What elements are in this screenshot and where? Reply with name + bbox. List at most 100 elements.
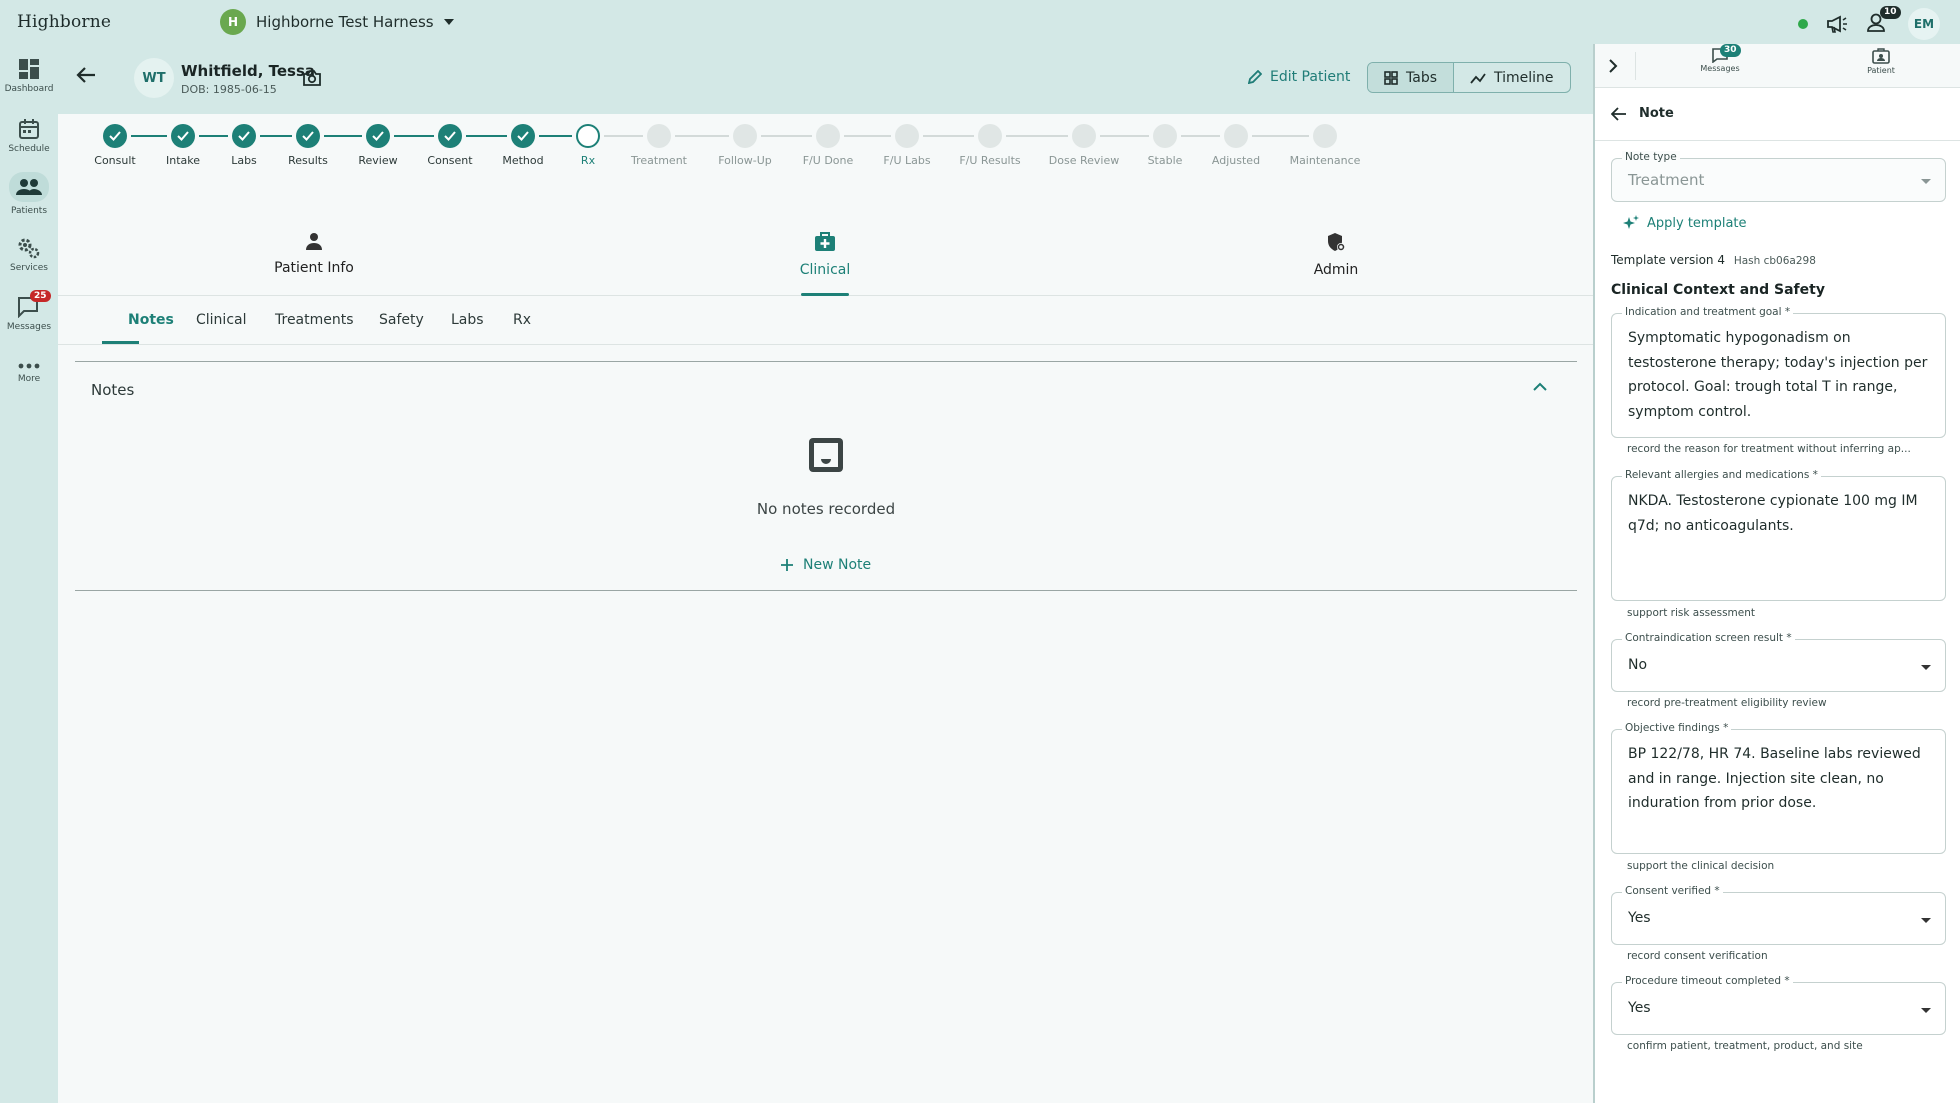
note-title: Note	[1639, 106, 1674, 121]
workspace-switcher[interactable]: H Highborne Test Harness	[220, 9, 454, 35]
patient-header: WT Whitfield, Tessa DOB: 1985-06-15 Edit…	[58, 44, 1593, 114]
view-toggle: Tabs Timeline	[1367, 62, 1571, 93]
messages-count-badge: 30	[1720, 44, 1741, 57]
subtab-rx[interactable]: Rx	[513, 312, 531, 328]
note-type-select[interactable]: Note type Treatment	[1611, 151, 1946, 202]
field-value: Yes	[1628, 910, 1651, 926]
edit-patient-button[interactable]: Edit Patient	[1248, 69, 1350, 85]
step-maintenance[interactable]: Maintenance	[1275, 124, 1375, 167]
notifications-button[interactable]: 10	[1866, 6, 1901, 36]
tab-patient-info[interactable]: Patient Info	[234, 232, 394, 276]
user-avatar[interactable]: EM	[1908, 8, 1940, 40]
field-label: Note type	[1622, 151, 1680, 163]
notes-card-title: Notes	[91, 381, 135, 399]
notification-count-badge: 10	[1880, 6, 1901, 19]
nav-item-schedule[interactable]: Schedule	[0, 118, 58, 154]
field-label: Relevant allergies and medications *	[1622, 469, 1821, 481]
messages-badge: 25	[30, 290, 51, 302]
nav-label: Schedule	[8, 144, 50, 154]
subtab-labs[interactable]: Labs	[451, 312, 484, 328]
nav-item-more[interactable]: More	[0, 362, 58, 384]
subtab-notes[interactable]: Notes	[128, 312, 174, 328]
contraindication-select[interactable]: Contraindication screen result * No	[1611, 632, 1946, 692]
main-tabs: Patient Info Clinical Admin	[58, 220, 1593, 296]
field-label: Consent verified *	[1622, 885, 1723, 897]
brand-logo[interactable]: Highborne	[17, 12, 111, 32]
tab-admin[interactable]: Admin	[1256, 232, 1416, 278]
care-pathway-stepper: Consult Intake Labs Results Review Consent Met…	[58, 114, 1593, 220]
dropdown-arrow-icon	[1921, 1008, 1931, 1013]
step-circle	[978, 124, 1002, 148]
field-label: Indication and treatment goal *	[1622, 306, 1794, 318]
empty-state-text: No notes recorded	[756, 500, 896, 518]
megaphone-icon[interactable]	[1826, 15, 1848, 33]
tab-clinical[interactable]: Clinical	[745, 232, 905, 278]
step-circle	[511, 124, 535, 148]
new-note-label: New Note	[803, 557, 872, 573]
tab-label: Admin	[1313, 262, 1359, 278]
nav-label: Messages	[6, 322, 52, 332]
gears-icon	[18, 238, 40, 259]
procedure-timeout-select[interactable]: Procedure timeout completed * Yes	[1611, 975, 1946, 1035]
step-adjusted[interactable]: Adjusted	[1186, 124, 1286, 167]
check-icon	[177, 131, 189, 141]
more-icon	[18, 363, 40, 369]
panel-tab-messages[interactable]: 30 Messages	[1698, 44, 1742, 73]
check-icon	[444, 131, 456, 141]
indication-textarea[interactable]: Indication and treatment goal * Symptoma…	[1611, 306, 1946, 438]
apply-template-button[interactable]: Apply template	[1623, 215, 1747, 231]
subtab-safety[interactable]: Safety	[379, 312, 424, 328]
field-help-text: record the reason for treatment without …	[1627, 443, 1911, 455]
empty-state-icon-wrap	[75, 436, 1577, 478]
dropdown-arrow-icon	[1921, 918, 1931, 923]
allergies-medications-textarea[interactable]: Relevant allergies and medications * NKD…	[1611, 469, 1946, 601]
step-f-u-results[interactable]: F/U Results	[940, 124, 1040, 167]
field-help-text: record pre-treatment eligibility review	[1627, 697, 1827, 709]
step-label: Maintenance	[1289, 154, 1361, 167]
apply-template-label: Apply template	[1647, 215, 1747, 231]
field-label: Procedure timeout completed *	[1622, 975, 1793, 987]
check-icon	[109, 131, 121, 141]
nav-item-services[interactable]: Services	[0, 237, 58, 273]
caret-down-icon	[443, 19, 454, 25]
nav-item-patients[interactable]: Patients	[0, 172, 58, 216]
id-card-icon	[1872, 48, 1890, 64]
chevron-up-icon[interactable]	[1533, 382, 1547, 391]
field-value: Symptomatic hypogonadism on testosterone…	[1628, 330, 1928, 420]
sparkle-icon	[1623, 215, 1639, 229]
nav-item-dashboard[interactable]: Dashboard	[0, 58, 58, 94]
dashboard-icon	[19, 59, 39, 79]
objective-findings-textarea[interactable]: Objective findings * BP 122/78, HR 74. B…	[1611, 722, 1946, 854]
patient-name: Whitfield, Tessa	[181, 62, 316, 80]
step-circle	[366, 124, 390, 148]
nav-label: Patients	[10, 206, 48, 216]
tabs-view-label: Tabs	[1406, 69, 1437, 86]
subtab-clinical[interactable]: Clinical	[196, 312, 246, 328]
timeline-view-button[interactable]: Timeline	[1454, 63, 1570, 92]
chevron-right-icon[interactable]	[1609, 59, 1618, 73]
panel-tab-label: Messages	[1700, 64, 1740, 73]
step-label: Treatment	[631, 154, 687, 167]
field-value: Yes	[1628, 1000, 1651, 1016]
timeline-view-label: Timeline	[1494, 69, 1554, 86]
section-title: Clinical Context and Safety	[1611, 282, 1825, 298]
panel-tab-patient[interactable]: Patient	[1859, 48, 1903, 75]
tabs-view-button[interactable]: Tabs	[1368, 63, 1453, 92]
back-arrow-icon[interactable]	[1611, 106, 1627, 121]
back-arrow-icon[interactable]	[76, 66, 96, 84]
step-circle	[1153, 124, 1177, 148]
step-treatment[interactable]: Treatment	[609, 124, 709, 167]
patient-dob: DOB: 1985-06-15	[181, 83, 277, 96]
step-circle	[1072, 124, 1096, 148]
field-label: Contraindication screen result *	[1622, 632, 1795, 644]
main-content: WT Whitfield, Tessa DOB: 1985-06-15 Edit…	[58, 44, 1593, 1103]
camera-icon[interactable]	[303, 70, 321, 86]
consent-verified-select[interactable]: Consent verified * Yes	[1611, 885, 1946, 945]
workspace-avatar: H	[220, 9, 246, 35]
nav-item-messages[interactable]: 25 Messages	[0, 290, 58, 332]
subtab-treatments[interactable]: Treatments	[275, 312, 354, 328]
template-version-text: Template version 4	[1611, 253, 1725, 267]
active-tab-indicator	[801, 293, 849, 296]
new-note-button[interactable]: New Note	[781, 557, 871, 573]
field-value: NKDA. Testosterone cypionate 100 mg IM q…	[1628, 493, 1918, 534]
